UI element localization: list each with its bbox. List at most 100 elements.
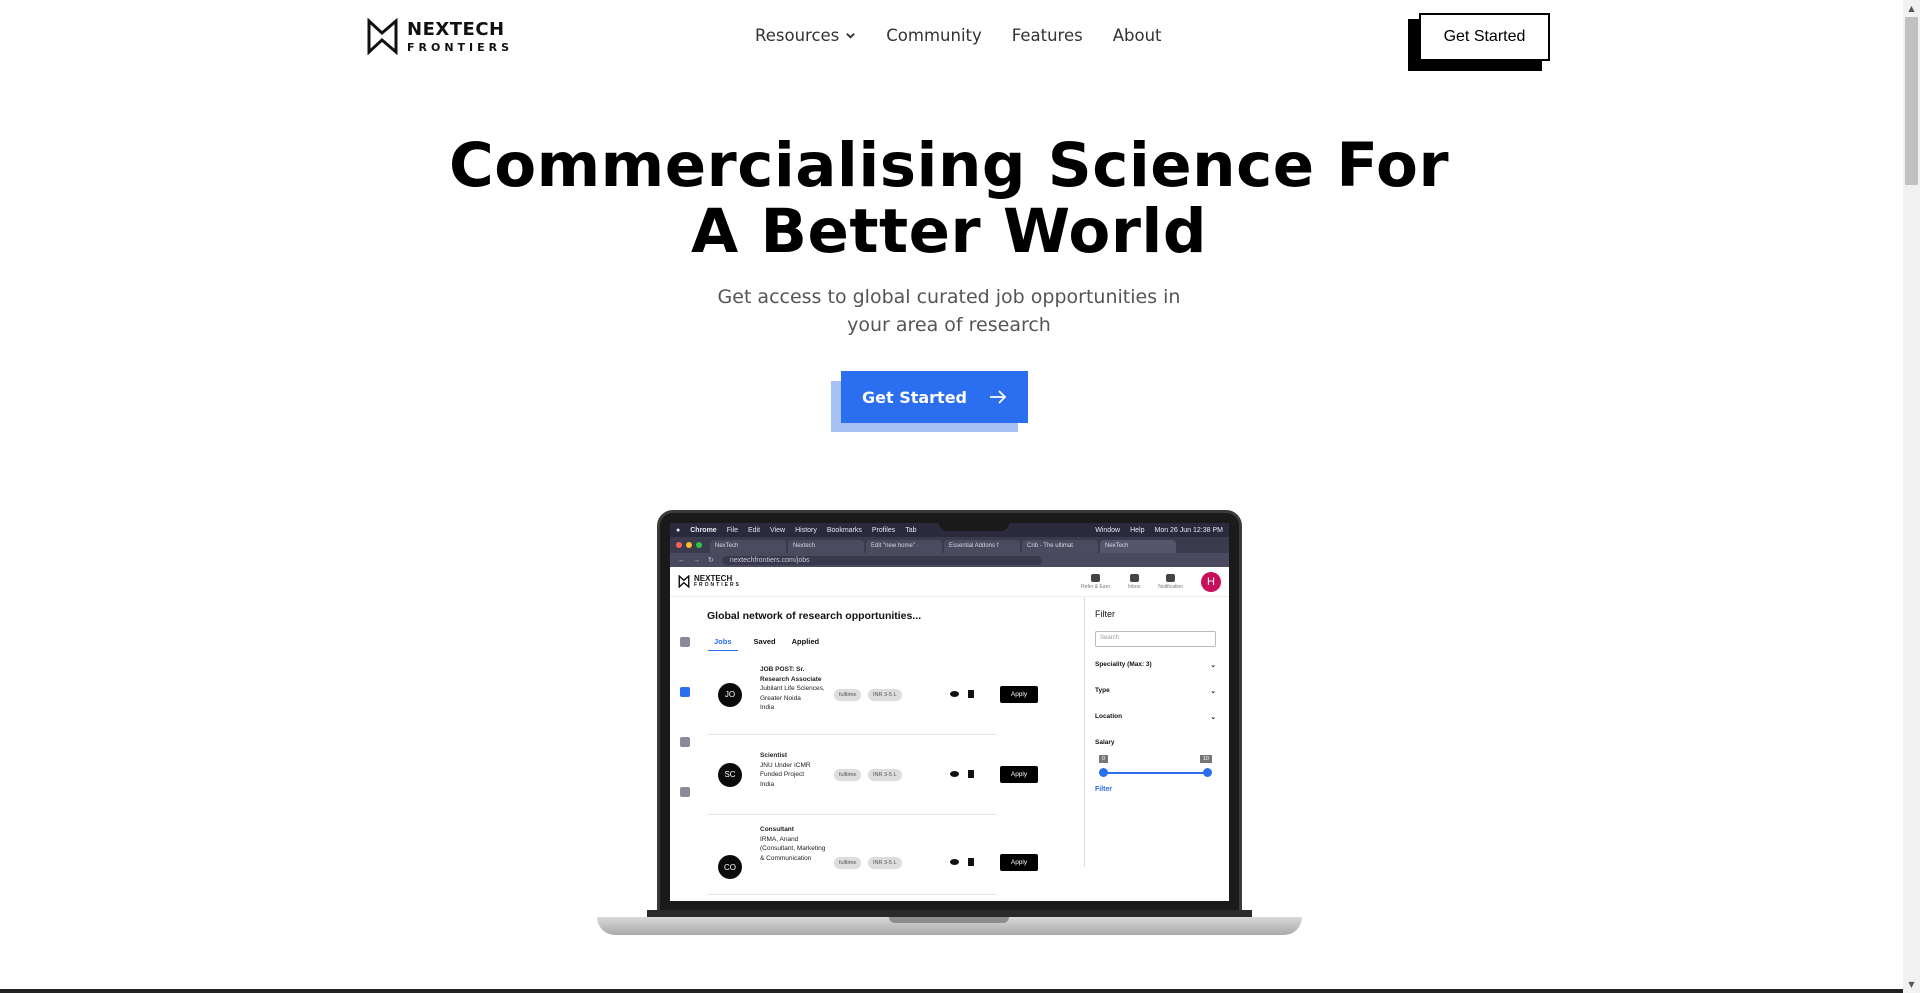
job-title: JOB POST: Sr. Research Associate — [760, 666, 822, 683]
job-title: Consultant — [760, 826, 794, 833]
nav-features-label: Features — [1011, 26, 1083, 45]
app-logo: NEXTECH FRONTIERS — [678, 575, 741, 588]
app-subtabs: Jobs Saved Applied — [708, 637, 819, 651]
chevron-down-icon — [846, 33, 856, 39]
chevron-down-icon: ⌄ — [1210, 688, 1216, 695]
chevron-down-icon: ⌄ — [1210, 662, 1216, 669]
browser-tab: Edit "new home" · — [866, 540, 942, 553]
avatar: H — [1201, 571, 1221, 592]
mac-menu-tab: Tab — [905, 526, 917, 534]
close-dot-icon — [676, 542, 682, 548]
job-row: CO Consultant IRMA, Anand (Consultant, M… — [708, 815, 1038, 895]
job-avatar: CO — [718, 855, 742, 879]
mac-menu-help: Help — [1130, 526, 1145, 534]
laptop-mockup: ● Chrome File Edit View History Bookmark… — [597, 510, 1302, 940]
mac-app-name: Chrome — [690, 526, 717, 534]
app-sidebar — [670, 597, 700, 867]
salary-slider: 0 10 — [1095, 750, 1216, 780]
hero-subtitle: Get access to global curated job opportu… — [717, 286, 1181, 336]
app-tab-saved: Saved — [753, 637, 776, 646]
mac-menu-view: View — [770, 526, 786, 534]
browser-tab: Crib - The ultimat — [1022, 540, 1098, 553]
browser-tab: Essential Addons f — [944, 540, 1020, 553]
job-salary-pill: INR 3-5 L — [868, 689, 902, 701]
arrow-right-icon — [990, 390, 1007, 404]
job-country: India — [760, 704, 775, 711]
community-icon — [680, 787, 690, 797]
app-tab-applied: Applied — [791, 637, 820, 646]
salary-label: Salary — [1095, 739, 1115, 746]
filter-group-label: Type — [1095, 687, 1110, 694]
main-nav: Resources Community Features About — [755, 26, 1162, 45]
job-type-pill: fulltime — [834, 769, 862, 781]
reload-icon: ↻ — [708, 557, 714, 564]
job-text: JOB POST: Sr. Research Associate Jubilan… — [760, 665, 826, 713]
hero-cta-label: Get Started — [861, 387, 967, 407]
job-org: IRMA, Anand (Consultant, Marketing & Com… — [760, 835, 826, 862]
job-text: Consultant IRMA, Anand (Consultant, Mark… — [760, 825, 826, 863]
job-org: JNU Under ICMR Funded Project — [760, 761, 811, 779]
hero-get-started-button[interactable]: Get Started — [841, 371, 1028, 423]
eye-icon — [950, 771, 959, 777]
brand-logo[interactable]: NEXTECH FRONTIERS — [366, 18, 513, 55]
scroll-up-icon[interactable]: ▲ — [1907, 4, 1916, 13]
slider-knob-min — [1099, 768, 1108, 777]
scroll-down-icon[interactable]: ▼ — [1907, 980, 1916, 989]
refer-earn-icon: Refer & Earn — [1081, 573, 1111, 590]
job-apply-button: Apply — [1000, 854, 1038, 871]
chevron-down-icon: ⌄ — [1210, 714, 1216, 721]
brand-tagline: FRONTIERS — [407, 40, 514, 54]
nav-about-label: About — [1112, 26, 1162, 45]
scroll-thumb[interactable] — [1905, 17, 1918, 185]
job-salary-pill: INR 3-5 L — [868, 769, 902, 781]
nav-resources[interactable]: Resources — [755, 26, 856, 45]
job-type-pill: fulltime — [834, 689, 862, 701]
browser-url-bar: ← → ↻ nextechfrontiers.com/jobs — [670, 553, 1229, 567]
filter-search: Search — [1095, 631, 1216, 647]
app-header: NEXTECH FRONTIERS Refer & Earn Inbox Noti… — [670, 567, 1229, 597]
page-scrollbar[interactable]: ▲ ▼ — [1903, 0, 1920, 993]
bookmark-icon — [968, 770, 974, 778]
filter-group: Location ⌄ — [1095, 713, 1216, 721]
window-controls — [676, 542, 702, 548]
laptop-lid: ● Chrome File Edit View History Bookmark… — [657, 510, 1242, 920]
job-country: India — [760, 780, 775, 788]
app-logo-icon — [678, 575, 690, 588]
bookmark-icon — [968, 690, 974, 698]
app-body: Global network of research opportunities… — [670, 597, 1229, 895]
app-heading: Global network of research opportunities… — [707, 610, 922, 622]
bookmark-icon — [968, 858, 974, 866]
refer-earn-label: Refer & Earn — [1081, 583, 1111, 590]
browser-tabbar: NexTech Nextech Edit "new home" · Essent… — [670, 537, 1229, 553]
jobs-icon — [680, 687, 690, 697]
job-avatar: JO — [718, 682, 742, 707]
filter-group: Speciality (Max: 3) ⌄ — [1095, 661, 1216, 669]
mac-menu-edit: Edit — [747, 526, 761, 534]
laptop-thumb-notch — [889, 917, 1009, 923]
header-cta: Get Started — [1408, 13, 1550, 71]
location-icon — [680, 737, 690, 747]
nav-features[interactable]: Features — [1012, 26, 1083, 45]
browser-tab: Nextech — [788, 540, 864, 553]
nav-resources-label: Resources — [755, 26, 840, 45]
job-row: SC Scientist JNU Under ICMR Funded Proje… — [708, 735, 1038, 815]
logo-mark-icon — [367, 18, 398, 55]
inbox-icon: Inbox — [1128, 573, 1140, 590]
slider-track — [1103, 772, 1208, 774]
hero-title: Commercialising Science For A Better Wor… — [0, 133, 1898, 265]
browser-tab-active: NexTech — [1100, 540, 1176, 553]
filter-group-label: Location — [1095, 713, 1123, 720]
maximize-dot-icon — [696, 542, 702, 548]
apple-icon: ● — [676, 526, 681, 534]
mac-clock: Mon 26 Jun 12:38 PM — [1154, 526, 1224, 534]
header-get-started-button[interactable]: Get Started — [1419, 13, 1550, 61]
minimize-dot-icon — [686, 542, 692, 548]
mac-menu-history: History — [795, 526, 817, 534]
back-icon: ← — [678, 556, 685, 564]
nav-about[interactable]: About — [1113, 26, 1162, 45]
mac-menu-bookmarks: Bookmarks — [826, 526, 862, 534]
job-apply-button: Apply — [1000, 766, 1038, 783]
job-title: Scientist — [760, 752, 788, 759]
brand-name: NEXTECH — [407, 18, 505, 40]
nav-community[interactable]: Community — [886, 26, 982, 45]
